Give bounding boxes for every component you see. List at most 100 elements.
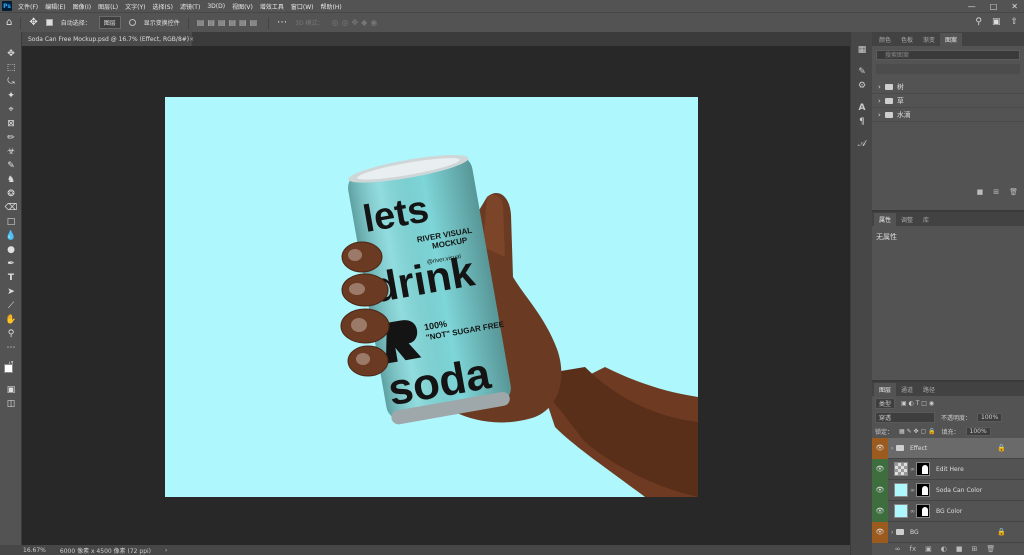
foreground-color-swatch[interactable] [4, 364, 13, 373]
auto-select-checkbox[interactable] [45, 19, 53, 26]
tab-patterns[interactable]: 图案 [940, 33, 963, 46]
blend-mode-dropdown[interactable]: 穿透 [875, 411, 935, 423]
menu-type[interactable]: 文字(Y) [125, 2, 145, 11]
eyedropper-icon[interactable]: ✏ [4, 132, 18, 144]
tab-properties[interactable]: 属性 [874, 213, 897, 226]
tab-color[interactable]: 颜色 [874, 33, 896, 46]
more-tools-icon[interactable]: ⋯ [4, 342, 18, 354]
screen-mode-icon[interactable]: ◫ [4, 398, 18, 410]
visibility-eye-icon[interactable]: 👁 [872, 458, 888, 480]
layer-kind-filter[interactable]: 类型 [875, 397, 896, 409]
blur-tool-icon[interactable]: 💧 [4, 230, 18, 242]
home-icon[interactable]: ⌂ [6, 17, 12, 28]
chevron-right-icon[interactable]: › [888, 445, 896, 452]
link-layers-icon[interactable]: ∞ [895, 545, 901, 553]
new-folder-icon[interactable]: ■ [977, 188, 984, 196]
menu-image[interactable]: 图像(I) [73, 2, 91, 11]
magic-wand-icon[interactable]: ✦ [4, 90, 18, 102]
adjustment-layer-icon[interactable]: ◐ [941, 545, 947, 553]
add-mask-icon[interactable]: ▣ [925, 545, 932, 553]
visibility-eye-icon[interactable]: 👁 [872, 437, 888, 459]
move-tool-icon[interactable]: ✥ [4, 48, 18, 60]
zoom-tool-icon[interactable]: ⚲ [4, 328, 18, 340]
workspace-icon[interactable]: ▣ [992, 17, 1001, 27]
filter-icons[interactable]: ▣ ◐ T □ ◉ [901, 400, 934, 407]
tab-layers[interactable]: 图层 [874, 383, 897, 396]
dodge-tool-icon[interactable]: ● [4, 244, 18, 256]
zoom-level[interactable]: 16.67% [23, 547, 46, 554]
delete-layer-icon[interactable]: 🗑 [986, 545, 995, 553]
align-icons[interactable]: ▤▤▤▤▤▤ [197, 18, 260, 27]
line-tool-icon[interactable]: ⟋ [4, 300, 18, 312]
visibility-eye-icon[interactable]: 👁 [872, 500, 888, 522]
tab-gradients[interactable]: 渐变 [918, 33, 940, 46]
layer-row[interactable]: 👁 ∞ Soda Can Color [872, 479, 1024, 501]
menu-file[interactable]: 文件(F) [18, 2, 38, 11]
frame-tool-icon[interactable]: ⊠ [4, 118, 18, 130]
tab-channels[interactable]: 通道 [896, 383, 918, 396]
layer-row[interactable]: 👁 › Effect 🔒 [872, 437, 1024, 459]
menu-layer[interactable]: 图层(L) [98, 2, 118, 11]
menu-help[interactable]: 帮助(H) [321, 2, 342, 11]
fx-icon[interactable]: fx [910, 545, 917, 553]
menu-edit[interactable]: 编辑(E) [45, 2, 65, 11]
marquee-tool-icon[interactable]: ⬚ [4, 62, 18, 74]
new-layer-icon[interactable]: ⊞ [972, 545, 978, 553]
opacity-input[interactable]: 100% [977, 412, 1003, 422]
chevron-right-icon[interactable]: › [888, 529, 896, 536]
character-icon[interactable]: A [856, 102, 868, 114]
menu-plugins[interactable]: 增效工具 [260, 2, 284, 11]
hand-tool-icon[interactable]: ✋ [4, 314, 18, 326]
adjust-icon[interactable]: ⚙ [856, 80, 868, 92]
document-tab[interactable]: Soda Can Free Mockup.psd @ 16.7% (Effect… [22, 32, 194, 46]
quick-mask-icon[interactable]: ▣ [4, 384, 18, 396]
clone-stamp-icon[interactable]: ♞ [4, 174, 18, 186]
maximize-icon[interactable]: □ [990, 2, 998, 11]
menu-window[interactable]: 窗口(W) [291, 2, 314, 11]
close-icon[interactable]: ✕ [1011, 2, 1018, 11]
auto-select-dropdown[interactable]: 图层 [98, 16, 121, 29]
pen-tool-icon[interactable]: ✒ [4, 258, 18, 270]
layer-row[interactable]: 👁 ∞ BG Color [872, 500, 1024, 522]
menu-select[interactable]: 选择(S) [152, 2, 173, 11]
layer-row[interactable]: 👁 › BG 🔒 [872, 521, 1024, 543]
show-transform-checkbox[interactable] [128, 19, 136, 26]
tab-swatches[interactable]: 色板 [896, 33, 918, 46]
canvas-area[interactable]: lets drink RIVER VISUAL MOCKUP @river.vi… [22, 46, 850, 545]
fill-input[interactable]: 100% [965, 426, 991, 436]
color-swatches[interactable] [4, 364, 18, 378]
eraser-tool-icon[interactable]: ⌫ [4, 202, 18, 214]
crop-tool-icon[interactable]: ⌖ [4, 104, 18, 116]
menu-filter[interactable]: 滤镜(T) [180, 2, 200, 11]
type-tool-icon[interactable]: T [4, 272, 18, 284]
path-select-icon[interactable]: ➤ [4, 286, 18, 298]
tab-libraries[interactable]: 库 [918, 213, 934, 226]
trash-icon[interactable]: 🗑 [1009, 188, 1018, 196]
more-icon[interactable]: ⋯ [277, 17, 287, 28]
pattern-search-input[interactable]: 搜索图案 [876, 50, 1020, 60]
menu-3d[interactable]: 3D(D) [207, 3, 225, 10]
lasso-tool-icon[interactable]: ⤿ [4, 76, 18, 88]
brush-tool-icon[interactable]: ✎ [4, 160, 18, 172]
paragraph-icon[interactable]: ¶ [856, 116, 868, 128]
document-canvas[interactable]: lets drink RIVER VISUAL MOCKUP @river.vi… [165, 97, 698, 497]
glyphs-icon[interactable]: 𝒜 [856, 138, 868, 150]
minimize-icon[interactable]: — [968, 2, 976, 11]
visibility-eye-icon[interactable]: 👁 [872, 479, 888, 501]
share-icon[interactable]: ⇧ [1010, 17, 1018, 27]
close-tab-icon[interactable]: × [189, 36, 194, 43]
new-pattern-icon[interactable]: ⊞ [993, 188, 999, 196]
pattern-group-water[interactable]: › 水滴 [872, 108, 1024, 122]
3d-mode-icons[interactable]: ◎◎✥◆◉ [332, 18, 381, 27]
menu-view[interactable]: 视图(V) [232, 2, 253, 11]
new-group-icon[interactable]: ■ [956, 545, 963, 553]
move-tool-icon[interactable]: ✥ [29, 17, 37, 28]
history-brush-icon[interactable]: ❂ [4, 188, 18, 200]
tab-adjustments[interactable]: 调整 [896, 213, 918, 226]
search-icon[interactable]: ⚲ [975, 17, 982, 27]
lock-icons[interactable]: ▦ ✎ ✥ ▢ 🔒 [899, 428, 936, 435]
tab-paths[interactable]: 路径 [918, 383, 940, 396]
brush-settings-icon[interactable]: ✎ [856, 66, 868, 78]
visibility-eye-icon[interactable]: 👁 [872, 521, 888, 543]
healing-brush-icon[interactable]: ☣ [4, 146, 18, 158]
